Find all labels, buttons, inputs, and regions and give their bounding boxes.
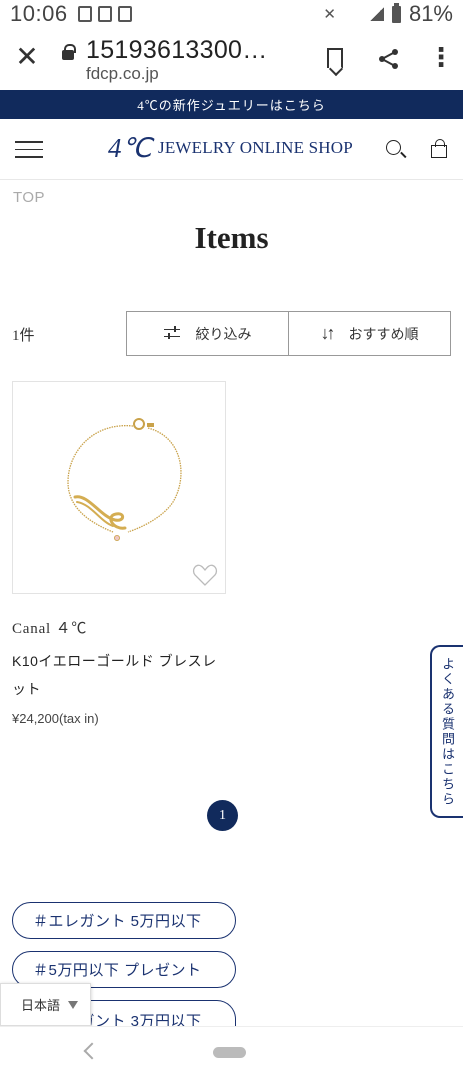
filter-label: 絞り込み (195, 325, 252, 342)
system-nav-bar (0, 1026, 463, 1080)
wifi-icon (343, 7, 362, 21)
filter-button[interactable]: 絞り込み (127, 312, 288, 355)
battery-icon (391, 2, 401, 23)
faq-side-tab[interactable]: よくある質問はこちら (430, 645, 463, 818)
sort-button[interactable]: ↓↑ おすすめ順 (288, 312, 450, 355)
download-notification-icon (97, 6, 112, 22)
search-icon[interactable] (386, 140, 401, 155)
pagination-current-page[interactable]: 1 (207, 800, 238, 831)
shopping-bag-icon[interactable] (431, 139, 447, 158)
site-header: 4℃ JEWELRY ONLINE SHOP (0, 119, 463, 180)
product-image[interactable] (12, 381, 226, 594)
gallery-notification-icon (117, 6, 132, 22)
battery-percentage: 81% (408, 1, 453, 26)
url-domain[interactable]: fdcp.co.jp (86, 64, 159, 84)
app-notification-icon (77, 6, 92, 22)
filter-sliders-icon (163, 325, 180, 341)
home-gesture-pill[interactable] (213, 1047, 246, 1058)
back-icon[interactable] (83, 1042, 101, 1060)
breadcrumb-top[interactable]: TOP (13, 189, 45, 206)
caret-down-icon (68, 1000, 79, 1009)
product-name[interactable]: K10イエローゴールド ブレスレット (12, 647, 226, 703)
brand-logo[interactable]: 4℃ (108, 133, 152, 164)
bookmark-icon[interactable] (327, 48, 343, 68)
promo-banner[interactable]: 4℃の新作ジュエリーはこちら (0, 90, 463, 119)
notification-icons (77, 6, 132, 22)
product-price: ¥24,200(tax in) (12, 711, 99, 726)
language-selector[interactable]: 日本語 (0, 983, 91, 1026)
menu-icon[interactable] (15, 141, 43, 158)
close-tab-icon[interactable]: ✕ (12, 42, 42, 72)
product-card[interactable]: Canal ４℃ K10イエローゴールド ブレスレット ¥24,200(tax … (12, 381, 226, 726)
more-options-icon[interactable]: ⋮ (428, 44, 454, 72)
status-bar: 10:06 ✕ 81% (0, 0, 463, 28)
result-count: 1件 (12, 328, 35, 344)
status-right: ✕ 81% (323, 0, 453, 28)
url-title[interactable]: 15193613300… (86, 36, 268, 65)
lock-icon[interactable] (62, 44, 76, 60)
sort-arrows-icon: ↓↑ (320, 323, 336, 343)
share-icon[interactable] (378, 48, 400, 70)
shop-name[interactable]: JEWELRY ONLINE SHOP (158, 138, 353, 158)
signal-icon (369, 7, 384, 21)
status-time: 10:06 (10, 1, 68, 26)
favorite-heart-icon[interactable] (192, 563, 218, 587)
faq-label: よくある質問はこちら (440, 656, 455, 807)
browser-toolbar: ✕ 15193613300… fdcp.co.jp ⋮ (0, 28, 463, 90)
page-title: Items (194, 220, 269, 255)
tag-link[interactable]: ＃エレガント 5万円以下 (12, 902, 236, 939)
product-brand: Canal ４℃ (12, 621, 88, 637)
mute-icon: ✕ (323, 6, 336, 23)
filter-sort-bar: 絞り込み ↓↑ おすすめ順 (126, 311, 451, 356)
sort-label: おすすめ順 (348, 325, 419, 342)
language-label: 日本語 (21, 998, 61, 1013)
